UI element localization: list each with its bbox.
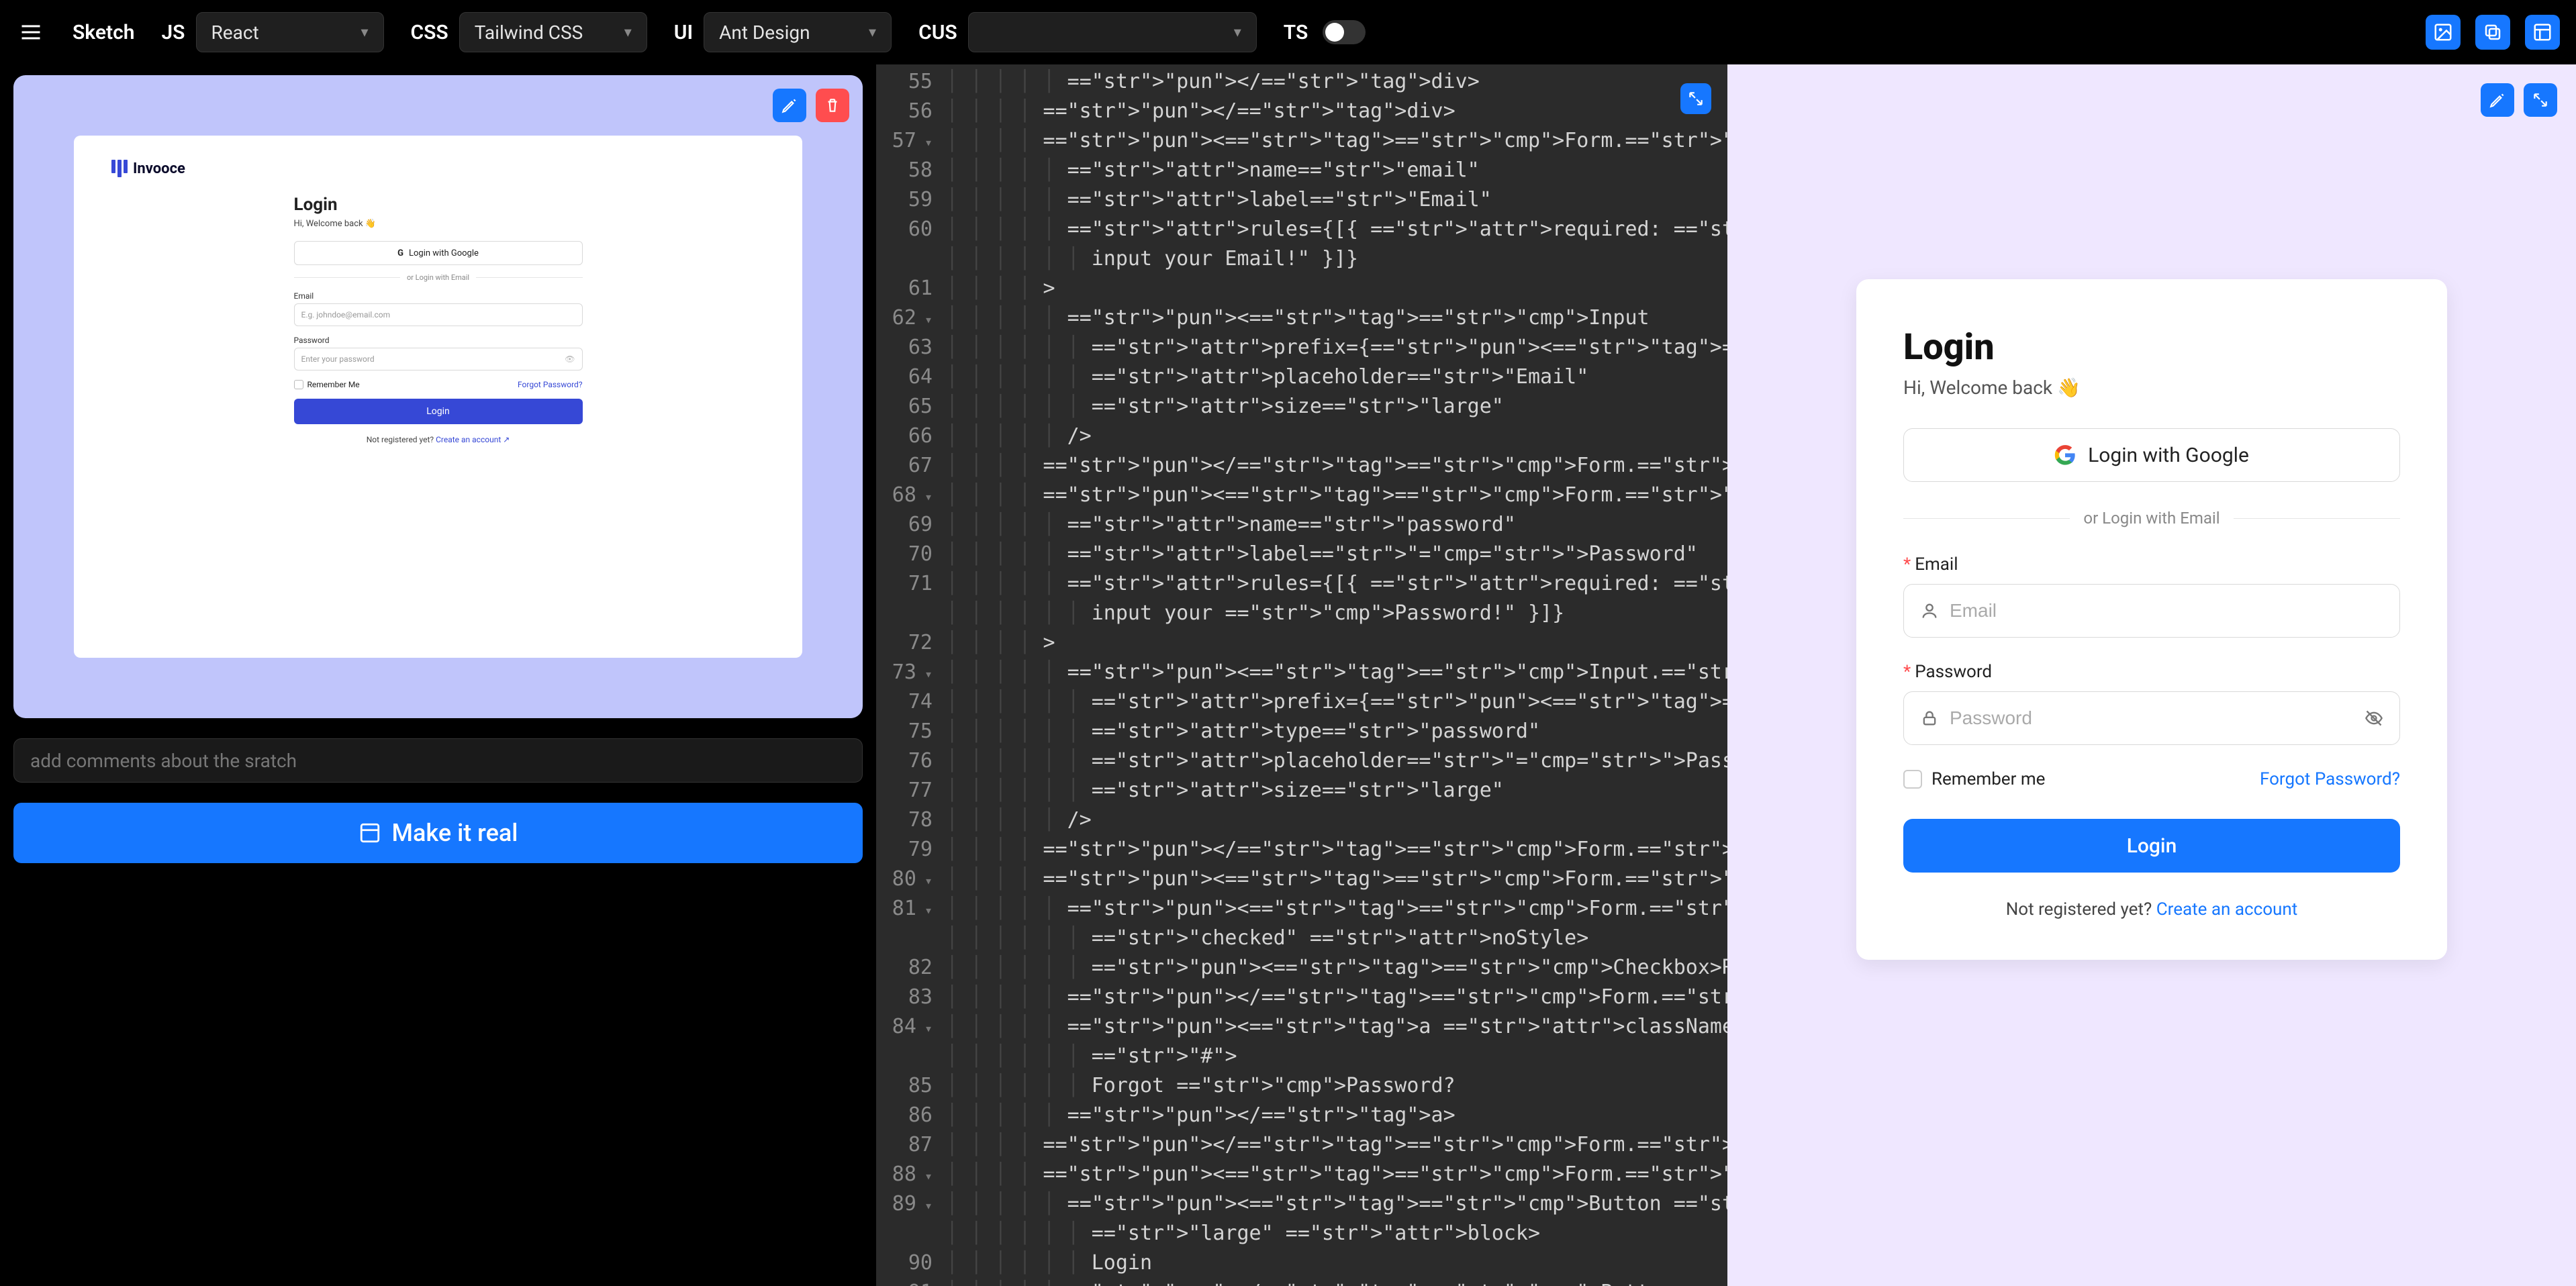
remember-checkbox[interactable]: Remember me (1903, 769, 2045, 789)
css-select[interactable]: Tailwind CSS ▾ (459, 12, 647, 52)
email-label: *Email (1903, 554, 2400, 575)
code-lines: │ │ │ │ │ =="str">"pun"></=="str">"tag">… (946, 67, 1727, 1286)
chevron-down-icon: ▾ (624, 24, 632, 41)
cus-select[interactable]: ▾ (968, 12, 1257, 52)
make-it-real-button[interactable]: Make it real (13, 803, 863, 863)
login-card: Login Hi, Welcome back 👋 Login with Goog… (1856, 279, 2447, 960)
login-button[interactable]: Login (1903, 819, 2400, 873)
mock-google-button: G Login with Google (294, 241, 583, 265)
chevron-down-icon: ▾ (361, 24, 368, 41)
layout-icon[interactable] (2525, 15, 2560, 50)
chevron-down-icon: ▾ (1234, 24, 1241, 41)
mock-divider: or Login with Email (294, 273, 583, 282)
mock-email-label: Email (294, 291, 583, 301)
mock-password-label: Password (294, 336, 583, 345)
mock-remember: Remember Me (294, 380, 360, 389)
mock-subtitle: Hi, Welcome back 👋 (294, 219, 583, 229)
google-icon (2054, 444, 2076, 466)
brand-logo: Invooce (111, 160, 765, 177)
js-label: JS (161, 21, 185, 44)
password-input[interactable] (1903, 691, 2400, 745)
delete-icon[interactable] (816, 89, 849, 122)
ts-toggle[interactable] (1323, 20, 1366, 44)
create-account-link[interactable]: Create an account (2156, 899, 2298, 920)
login-divider: or Login with Email (1903, 509, 2400, 528)
ui-select[interactable]: Ant Design ▾ (704, 12, 892, 52)
image-icon[interactable] (2426, 15, 2461, 50)
mock-email-input: E.g. johndoe@email.com (294, 303, 583, 326)
ts-label: TS (1284, 21, 1308, 44)
edit-icon[interactable] (773, 89, 806, 122)
password-label: *Password (1903, 662, 2400, 682)
email-input[interactable] (1903, 584, 2400, 638)
ui-label: UI (674, 21, 693, 44)
preview-edit-icon[interactable] (2481, 83, 2514, 117)
login-title: Login (1903, 326, 2400, 368)
mock-login-button: Login (294, 399, 583, 424)
comment-input[interactable]: add comments about the sratch (13, 738, 863, 783)
code-panel[interactable]: 5556575859606162636465666768697071727374… (876, 64, 1727, 1286)
sketch-panel: Invooce Login Hi, Welcome back 👋 G Login… (0, 64, 876, 1286)
user-icon (1920, 601, 1939, 620)
mock-title: Login (294, 195, 583, 215)
top-toolbar: Sketch JS React ▾ CSS Tailwind CSS ▾ UI … (0, 0, 2576, 64)
ui-value: Ant Design (719, 21, 810, 44)
line-gutter: 5556575859606162636465666768697071727374… (876, 64, 943, 1286)
cus-label: CUS (918, 21, 957, 44)
lock-icon (1920, 709, 1939, 728)
chevron-down-icon: ▾ (869, 24, 876, 41)
copy-icon[interactable] (2475, 15, 2510, 50)
mock-footer: Not registered yet? Create an account ↗ (294, 435, 583, 444)
js-select[interactable]: React ▾ (196, 12, 384, 52)
sketch-label: Sketch (73, 21, 134, 44)
sketch-board[interactable]: Invooce Login Hi, Welcome back 👋 G Login… (13, 75, 863, 718)
eye-off-icon[interactable] (2365, 709, 2383, 728)
css-value: Tailwind CSS (475, 21, 583, 44)
menu-icon[interactable] (16, 17, 46, 47)
mock-forgot-link: Forgot Password? (518, 380, 582, 389)
login-subtitle: Hi, Welcome back 👋 (1903, 377, 2400, 399)
js-value: React (211, 21, 259, 44)
preview-expand-icon[interactable] (2524, 83, 2557, 117)
forgot-password-link[interactable]: Forgot Password? (2260, 769, 2400, 789)
css-label: CSS (411, 21, 448, 44)
mock-password-input: Enter your password 👁 (294, 348, 583, 370)
brand-name: Invooce (133, 160, 185, 177)
mock-login-sketch: Invooce Login Hi, Welcome back 👋 G Login… (74, 136, 802, 658)
google-login-button[interactable]: Login with Google (1903, 428, 2400, 482)
preview-panel: Login Hi, Welcome back 👋 Login with Goog… (1727, 64, 2576, 1286)
register-footer: Not registered yet? Create an account (1903, 899, 2400, 920)
